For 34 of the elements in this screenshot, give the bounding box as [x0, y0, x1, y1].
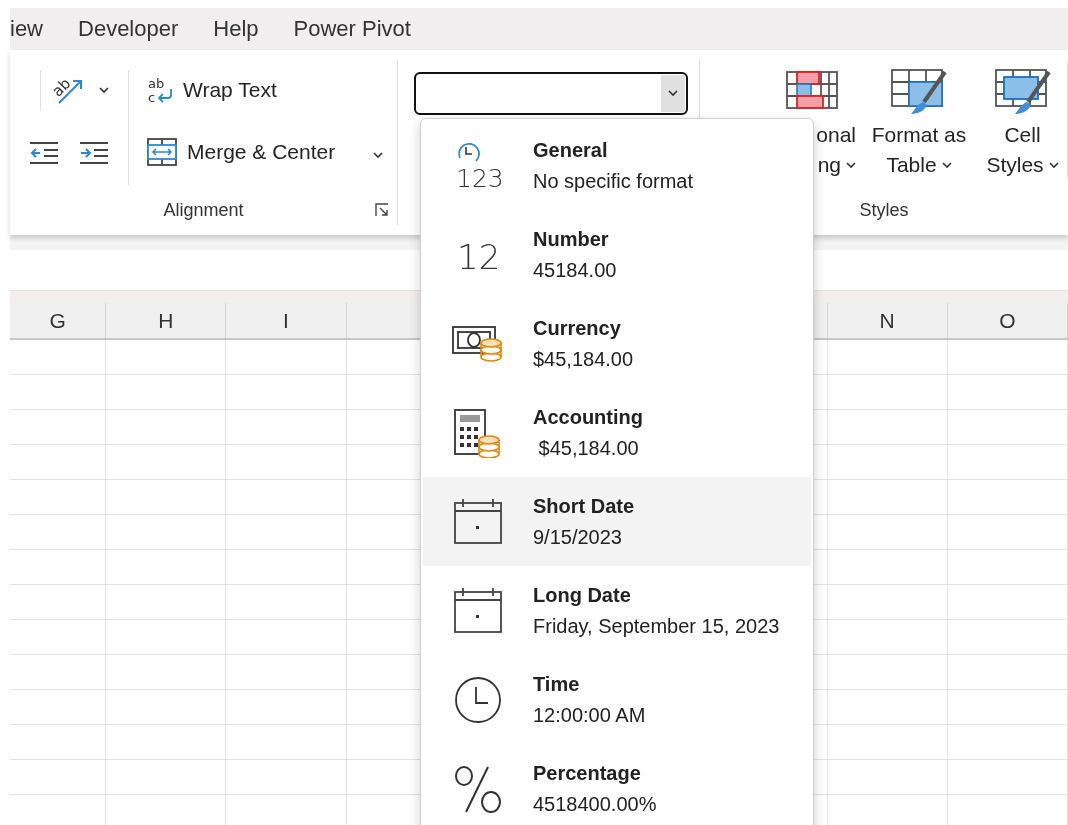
- percent-icon: [453, 763, 503, 814]
- chevron-down-icon: [846, 161, 856, 169]
- wrap-text-button[interactable]: ab c Wrap Text: [147, 74, 397, 106]
- group-label: Styles: [859, 199, 909, 221]
- calendar-icon: [453, 497, 503, 546]
- number-icon: 12: [455, 234, 501, 275]
- column-header[interactable]: N: [827, 303, 948, 338]
- column-header[interactable]: O: [947, 303, 1068, 338]
- chevron-down-icon: [667, 90, 678, 97]
- chevron-down-icon: [1048, 161, 1059, 169]
- column-header[interactable]: I: [226, 303, 347, 338]
- cell-styles-button[interactable]: Cell Styles: [978, 60, 1068, 180]
- merge-center-button[interactable]: Merge & Center: [147, 136, 397, 168]
- chevron-down-icon: [373, 152, 384, 159]
- ribbon-tab[interactable]: Developer: [78, 16, 179, 42]
- calendar-icon: [453, 586, 503, 635]
- ribbon-tab[interactable]: iew: [10, 16, 43, 42]
- chevron-down-icon: [941, 161, 952, 169]
- decrease-indent-icon[interactable]: [30, 141, 58, 165]
- increase-indent-icon[interactable]: [80, 141, 108, 165]
- ribbon-tab[interactable]: Power Pivot: [293, 16, 411, 42]
- calculator-coins-icon: [453, 407, 503, 458]
- number-format-field[interactable]: [413, 72, 688, 115]
- column-header[interactable]: G: [10, 303, 107, 338]
- group-label: Alignment: [163, 199, 244, 221]
- chevron-down-icon: [99, 86, 109, 94]
- merge-cells-icon: [147, 138, 177, 166]
- ribbon-tab[interactable]: Help: [213, 16, 259, 42]
- highlighted-grid-icon: [785, 70, 839, 112]
- table-styles-button[interactable]: Format as Table: [864, 60, 974, 180]
- dialog-launcher-icon[interactable]: [374, 203, 389, 217]
- column-header[interactable]: H: [106, 303, 227, 338]
- clock-icon: [453, 674, 503, 725]
- format-menu-item[interactable]: Short Date 9/15/2023: [423, 477, 811, 566]
